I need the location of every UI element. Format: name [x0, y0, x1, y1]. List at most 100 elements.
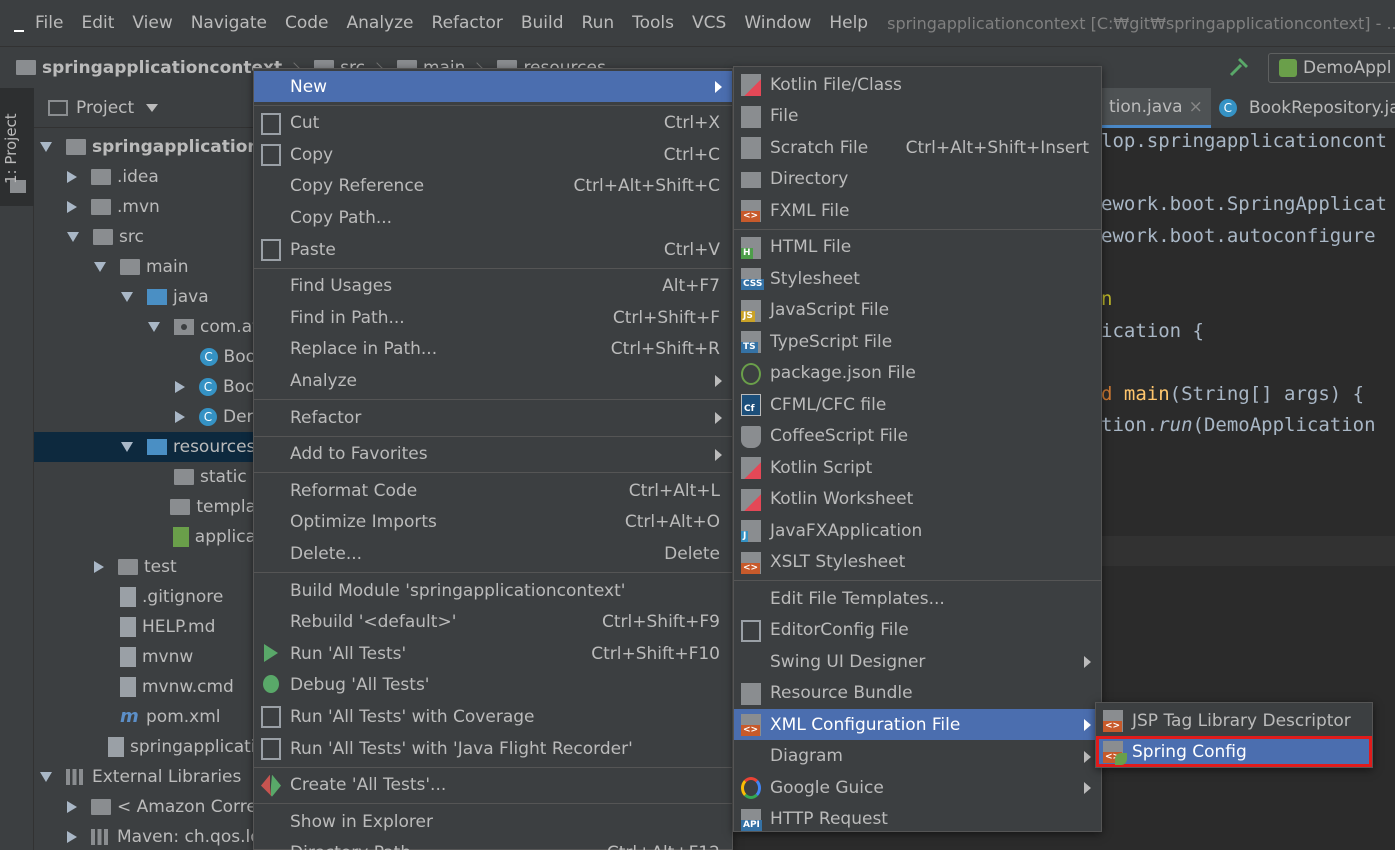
- collapsed-arrow-icon[interactable]: [175, 411, 185, 423]
- menu-item-xslt-stylesheet[interactable]: <> XSLT Stylesheet: [734, 547, 1101, 578]
- menu-item-cfml-cfc-file[interactable]: Cf CFML/CFC file: [734, 389, 1101, 420]
- menu-item-run-all-tests-with-java-flight-recorder[interactable]: Run 'All Tests' with 'Java Flight Record…: [254, 733, 732, 764]
- editor-tab[interactable]: tion.java ×: [1101, 88, 1211, 128]
- project-panel-title[interactable]: Project: [76, 98, 134, 118]
- menu-item-scratch-file[interactable]: Scratch File Ctrl+Alt+Shift+Insert: [734, 132, 1101, 163]
- menu-item-directory[interactable]: Directory: [734, 164, 1101, 195]
- run-configuration-select[interactable]: DemoAppl: [1268, 53, 1395, 83]
- tree-node[interactable]: com.at: [34, 312, 256, 342]
- project-tool-window-tab[interactable]: 1: Project: [0, 88, 34, 206]
- menu-item-xml-configuration-file[interactable]: <> XML Configuration File: [734, 709, 1101, 740]
- menu-item-stylesheet[interactable]: CSS Stylesheet: [734, 263, 1101, 294]
- tree-node[interactable]: springapplicationco: [34, 132, 256, 162]
- menu-tools[interactable]: Tools: [623, 13, 683, 33]
- menu-item-diagram[interactable]: Diagram: [734, 741, 1101, 772]
- tree-node[interactable]: C Boo: [34, 342, 256, 372]
- tree-node[interactable]: m pom.xml: [34, 702, 256, 732]
- tree-node[interactable]: main: [34, 252, 256, 282]
- tree-node[interactable]: < Amazon Corre: [34, 792, 256, 822]
- menu-refactor[interactable]: Refactor: [423, 13, 512, 33]
- expanded-arrow-icon[interactable]: [40, 142, 52, 152]
- menu-help[interactable]: Help: [820, 13, 877, 33]
- tree-node[interactable]: C Boo: [34, 372, 256, 402]
- expanded-arrow-icon[interactable]: [67, 232, 79, 242]
- menu-item-optimize-imports[interactable]: Optimize Imports Ctrl+Alt+O: [254, 507, 732, 538]
- collapsed-arrow-icon[interactable]: [67, 801, 77, 813]
- editor-tab[interactable]: C BookRepository.jav: [1211, 88, 1395, 128]
- menu-item-debug-all-tests[interactable]: Debug 'All Tests': [254, 670, 732, 701]
- tree-node[interactable]: resources: [34, 432, 256, 462]
- menu-run[interactable]: Run: [573, 13, 624, 33]
- chevron-down-icon[interactable]: [146, 103, 159, 112]
- menu-item-add-to-favorites[interactable]: Add to Favorites: [254, 439, 732, 470]
- menu-code[interactable]: Code: [276, 13, 338, 33]
- tree-node[interactable]: src: [34, 222, 256, 252]
- breadcrumb-springapplicationcontext[interactable]: springapplicationcontext: [0, 58, 282, 78]
- menu-edit[interactable]: Edit: [72, 13, 123, 33]
- tree-node[interactable]: HELP.md: [34, 612, 256, 642]
- menu-item-javafxapplication[interactable]: J JavaFXApplication: [734, 515, 1101, 546]
- menu-item-new[interactable]: New: [254, 71, 732, 102]
- tree-node[interactable]: springapplication: [34, 732, 256, 762]
- collapsed-arrow-icon[interactable]: [175, 381, 185, 393]
- menu-item-kotlin-script[interactable]: Kotlin Script: [734, 452, 1101, 483]
- menu-item-find-usages[interactable]: Find Usages Alt+F7: [254, 271, 732, 302]
- menu-item-show-in-explorer[interactable]: Show in Explorer: [254, 806, 732, 837]
- menu-window[interactable]: Window: [735, 13, 820, 33]
- menu-analyze[interactable]: Analyze: [338, 13, 423, 33]
- menu-item-kotlin-file-class[interactable]: Kotlin File/Class: [734, 69, 1101, 100]
- menu-vcs[interactable]: VCS: [683, 13, 735, 33]
- menu-item-cut[interactable]: Cut Ctrl+X: [254, 108, 732, 139]
- menu-item-delete[interactable]: Delete... Delete: [254, 538, 732, 569]
- menu-item-edit-file-templates[interactable]: Edit File Templates...: [734, 583, 1101, 614]
- menu-item-spring-config[interactable]: <> Spring Config: [1096, 736, 1372, 767]
- expanded-arrow-icon[interactable]: [94, 262, 106, 272]
- tree-node[interactable]: java: [34, 282, 256, 312]
- expanded-arrow-icon[interactable]: [121, 442, 133, 452]
- menu-view[interactable]: View: [123, 13, 181, 33]
- menu-item-reformat-code[interactable]: Reformat Code Ctrl+Alt+L: [254, 475, 732, 506]
- build-hammer-icon[interactable]: [1228, 56, 1250, 78]
- tree-node[interactable]: Maven: ch.qos.lo: [34, 822, 256, 850]
- expanded-arrow-icon[interactable]: [40, 772, 52, 782]
- menu-item-editorconfig-file[interactable]: EditorConfig File: [734, 615, 1101, 646]
- menu-item-http-request[interactable]: API HTTP Request: [734, 804, 1101, 835]
- menu-item-copy-path[interactable]: Copy Path...: [254, 202, 732, 233]
- menu-item-refactor[interactable]: Refactor: [254, 402, 732, 433]
- tree-node[interactable]: External Libraries: [34, 762, 256, 792]
- tree-node[interactable]: C Der: [34, 402, 256, 432]
- menu-item-html-file[interactable]: H HTML File: [734, 232, 1101, 263]
- menu-item-paste[interactable]: Paste Ctrl+V: [254, 234, 732, 265]
- collapsed-arrow-icon[interactable]: [67, 831, 77, 843]
- menu-item-jsp-tag-library-descriptor[interactable]: <> JSP Tag Library Descriptor: [1096, 705, 1372, 736]
- tree-node[interactable]: mvnw: [34, 642, 256, 672]
- menu-item-resource-bundle[interactable]: Resource Bundle: [734, 678, 1101, 709]
- menu-item-file[interactable]: File: [734, 101, 1101, 132]
- tree-node[interactable]: .gitignore: [34, 582, 256, 612]
- menu-item-javascript-file[interactable]: JS JavaScript File: [734, 295, 1101, 326]
- tree-node[interactable]: test: [34, 552, 256, 582]
- collapsed-arrow-icon[interactable]: [67, 171, 77, 183]
- tree-node[interactable]: mvnw.cmd: [34, 672, 256, 702]
- collapsed-arrow-icon[interactable]: [94, 561, 104, 573]
- expanded-arrow-icon[interactable]: [121, 292, 133, 302]
- menu-item-replace-in-path[interactable]: Replace in Path... Ctrl+Shift+R: [254, 334, 732, 365]
- menu-item-rebuild-default[interactable]: Rebuild '<default>' Ctrl+Shift+F9: [254, 607, 732, 638]
- tree-node[interactable]: .mvn: [34, 192, 256, 222]
- menu-item-find-in-path[interactable]: Find in Path... Ctrl+Shift+F: [254, 302, 732, 333]
- tree-node[interactable]: .idea: [34, 162, 256, 192]
- expanded-arrow-icon[interactable]: [148, 322, 160, 332]
- menu-item-directory-path[interactable]: Directory Path Ctrl+Alt+F12: [254, 838, 732, 850]
- menu-item-package-json-file[interactable]: package.json File: [734, 358, 1101, 389]
- tree-node[interactable]: static: [34, 462, 256, 492]
- menu-item-copy-reference[interactable]: Copy Reference Ctrl+Alt+Shift+C: [254, 171, 732, 202]
- menu-file[interactable]: File: [26, 13, 72, 33]
- close-icon[interactable]: ×: [1189, 97, 1203, 117]
- menu-item-build-module-springapplicationcontext[interactable]: Build Module 'springapplicationcontext': [254, 575, 732, 606]
- menu-item-typescript-file[interactable]: TS TypeScript File: [734, 326, 1101, 357]
- menu-item-google-guice[interactable]: Google Guice: [734, 772, 1101, 803]
- tree-node[interactable]: templa: [34, 492, 256, 522]
- menu-item-copy[interactable]: Copy Ctrl+C: [254, 139, 732, 170]
- menu-item-kotlin-worksheet[interactable]: Kotlin Worksheet: [734, 484, 1101, 515]
- menu-item-analyze[interactable]: Analyze: [254, 365, 732, 396]
